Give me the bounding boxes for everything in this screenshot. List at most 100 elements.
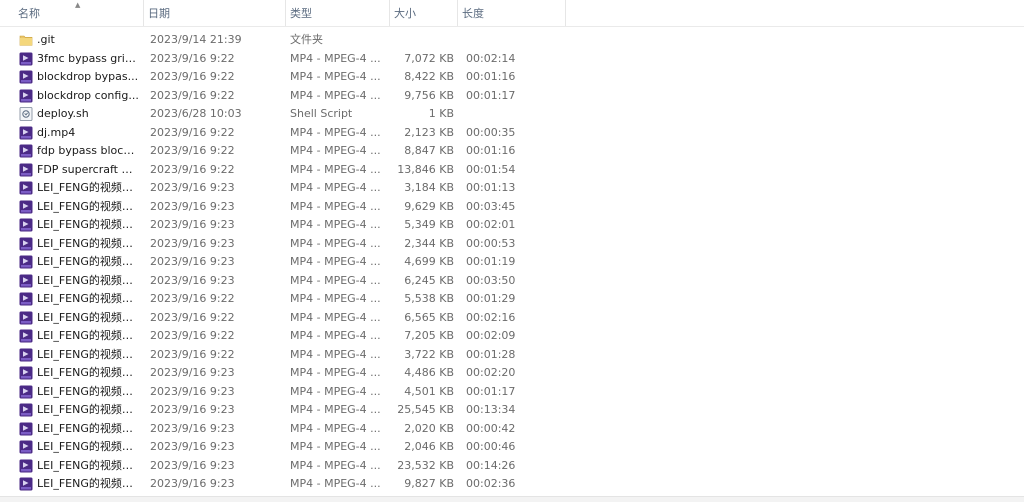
folder-icon (19, 33, 33, 47)
file-type: MP4 - MPEG-4 ... (290, 403, 381, 416)
file-row[interactable]: fdp bypass block... 2023/9/16 9:22 MP4 - M… (0, 142, 1024, 161)
file-date: 2023/9/16 9:23 (150, 273, 235, 287)
script-file-icon (19, 107, 33, 121)
file-name: blockdrop config... (37, 88, 139, 102)
file-date: 2023/9/16 9:23 (150, 458, 235, 472)
file-length: 00:02:36 (466, 477, 516, 490)
file-size: 4,501 KB (404, 384, 454, 398)
file-type: MP4 - MPEG-4 ... (290, 366, 381, 379)
column-header-bar: 名称 ▲ 日期 类型 大小 长度 (0, 0, 1024, 27)
file-row[interactable]: LEI_FENG的视频列... 2023/9/16 9:23 MP4 - MPEG-… (0, 401, 1024, 420)
file-size: 7,072 KB (404, 51, 454, 65)
video-file-icon (19, 329, 33, 343)
file-length: 00:02:16 (466, 310, 516, 324)
file-size: 8,847 KB (404, 144, 454, 157)
file-row[interactable]: .git 2023/9/14 21:39 文件夹 (0, 31, 1024, 50)
video-file-icon (19, 200, 33, 214)
column-header-date-label: 日期 (148, 7, 170, 20)
file-date: 2023/9/16 9:23 (150, 218, 235, 231)
horizontal-scrollbar[interactable] (0, 496, 1024, 502)
file-size: 2,020 KB (404, 421, 454, 435)
file-name: LEI_FENG的视频列... (37, 218, 139, 231)
file-size: 5,349 KB (404, 218, 454, 231)
file-size: 3,184 KB (404, 181, 454, 194)
file-date: 2023/9/16 9:23 (150, 403, 235, 416)
file-type: MP4 - MPEG-4 ... (290, 255, 381, 268)
file-size: 9,827 KB (404, 477, 454, 490)
file-length: 00:00:42 (466, 421, 516, 435)
column-header-length-label: 长度 (462, 7, 484, 20)
file-date: 2023/9/14 21:39 (150, 33, 242, 46)
file-row[interactable]: dj.mp4 2023/9/16 9:22 MP4 - MPEG-4 ... 2,12… (0, 124, 1024, 143)
file-length: 00:01:29 (466, 292, 516, 305)
file-row[interactable]: LEI_FENG的视频列... 2023/9/16 9:22 MP4 - MPEG-… (0, 346, 1024, 365)
file-date: 2023/9/16 9:22 (150, 162, 235, 176)
file-type: MP4 - MPEG-4 ... (290, 70, 381, 83)
file-row[interactable]: LEI_FENG的视频列... 2023/9/16 9:22 MP4 - MPEG-… (0, 327, 1024, 346)
column-header-length[interactable]: 长度 (458, 0, 566, 26)
file-length: 00:01:17 (466, 384, 516, 398)
file-row[interactable]: LEI_FENG的视频列... 2023/9/16 9:23 MP4 - MPEG-… (0, 216, 1024, 235)
file-row[interactable]: blockdrop bypas... 2023/9/16 9:22 MP4 - MP… (0, 68, 1024, 87)
file-type: MP4 - MPEG-4 ... (290, 458, 381, 472)
file-row[interactable]: LEI_FENG的视频列... 2023/9/16 9:23 MP4 - MPEG-… (0, 253, 1024, 272)
video-file-icon (19, 274, 33, 288)
file-row[interactable]: LEI_FENG的视频列... 2023/9/16 9:23 MP4 - MPEG-… (0, 475, 1024, 494)
file-row[interactable]: LEI_FENG的视频列... 2023/9/16 9:22 MP4 - MPEG-… (0, 309, 1024, 328)
file-date: 2023/9/16 9:23 (150, 477, 235, 490)
file-date: 2023/6/28 10:03 (150, 107, 242, 120)
file-name: LEI_FENG的视频列... (37, 384, 139, 398)
file-row[interactable]: LEI_FENG的视频列... 2023/9/16 9:23 MP4 - MPEG-… (0, 438, 1024, 457)
file-row[interactable]: LEI_FENG的视频列... 2023/9/16 9:23 MP4 - MPEG-… (0, 383, 1024, 402)
file-type: MP4 - MPEG-4 ... (290, 125, 381, 139)
video-file-icon (19, 403, 33, 417)
file-length: 00:01:17 (466, 88, 516, 102)
column-header-size[interactable]: 大小 (390, 0, 458, 26)
file-row[interactable]: blockdrop config... 2023/9/16 9:22 MP4 - M… (0, 87, 1024, 106)
file-list: .git 2023/9/14 21:39 文件夹 3fmc bypass grim..… (0, 31, 1024, 494)
file-name: LEI_FENG的视频列... (37, 366, 139, 379)
file-size: 23,532 KB (397, 458, 454, 472)
video-file-icon (19, 89, 33, 103)
file-date: 2023/9/16 9:23 (150, 199, 235, 213)
file-date: 2023/9/16 9:23 (150, 384, 235, 398)
file-date: 2023/9/16 9:22 (150, 292, 235, 305)
file-row[interactable]: FDP supercraft by... 2023/9/16 9:22 MP4 - … (0, 161, 1024, 180)
file-length: 00:01:13 (466, 181, 516, 194)
file-name: LEI_FENG的视频列... (37, 477, 139, 490)
file-type: MP4 - MPEG-4 ... (290, 144, 381, 157)
file-row[interactable]: LEI_FENG的视频列... 2023/9/16 9:22 MP4 - MPEG-… (0, 290, 1024, 309)
file-row[interactable]: LEI_FENG的视频列... 2023/9/16 9:23 MP4 - MPEG-… (0, 179, 1024, 198)
video-file-icon (19, 292, 33, 306)
column-header-date[interactable]: 日期 (144, 0, 286, 26)
column-header-type[interactable]: 类型 (286, 0, 390, 26)
file-row[interactable]: 3fmc bypass grim... 2023/9/16 9:22 MP4 - M… (0, 50, 1024, 69)
file-row[interactable]: LEI_FENG的视频列... 2023/9/16 9:23 MP4 - MPEG-… (0, 272, 1024, 291)
file-size: 9,756 KB (404, 88, 454, 102)
file-name: LEI_FENG的视频列... (37, 273, 139, 287)
file-row[interactable]: LEI_FENG的视频列... 2023/9/16 9:23 MP4 - MPEG-… (0, 235, 1024, 254)
video-file-icon (19, 181, 33, 195)
file-length: 00:02:14 (466, 51, 516, 65)
file-row[interactable]: LEI_FENG的视频列... 2023/9/16 9:23 MP4 - MPEG-… (0, 420, 1024, 439)
file-name: deploy.sh (37, 107, 89, 120)
file-row[interactable]: deploy.sh 2023/6/28 10:03 Shell Script 1 KB (0, 105, 1024, 124)
file-name: LEI_FENG的视频列... (37, 292, 139, 305)
file-length: 00:13:34 (466, 403, 516, 416)
file-row[interactable]: LEI_FENG的视频列... 2023/9/16 9:23 MP4 - MPEG-… (0, 364, 1024, 383)
file-date: 2023/9/16 9:23 (150, 236, 235, 250)
file-size: 2,046 KB (404, 440, 454, 453)
file-type: MP4 - MPEG-4 ... (290, 199, 381, 213)
file-row[interactable]: LEI_FENG的视频列... 2023/9/16 9:23 MP4 - MPEG-… (0, 198, 1024, 217)
file-type: MP4 - MPEG-4 ... (290, 329, 381, 342)
file-name: FDP supercraft by... (37, 162, 139, 176)
video-file-icon (19, 52, 33, 66)
video-file-icon (19, 255, 33, 269)
file-name: LEI_FENG的视频列... (37, 199, 139, 213)
file-size: 2,123 KB (404, 125, 454, 139)
file-length: 00:02:20 (466, 366, 516, 379)
video-file-icon (19, 70, 33, 84)
file-row[interactable]: LEI_FENG的视频列... 2023/9/16 9:23 MP4 - MPEG-… (0, 457, 1024, 476)
file-name: LEI_FENG的视频列... (37, 310, 139, 324)
file-date: 2023/9/16 9:22 (150, 347, 235, 361)
